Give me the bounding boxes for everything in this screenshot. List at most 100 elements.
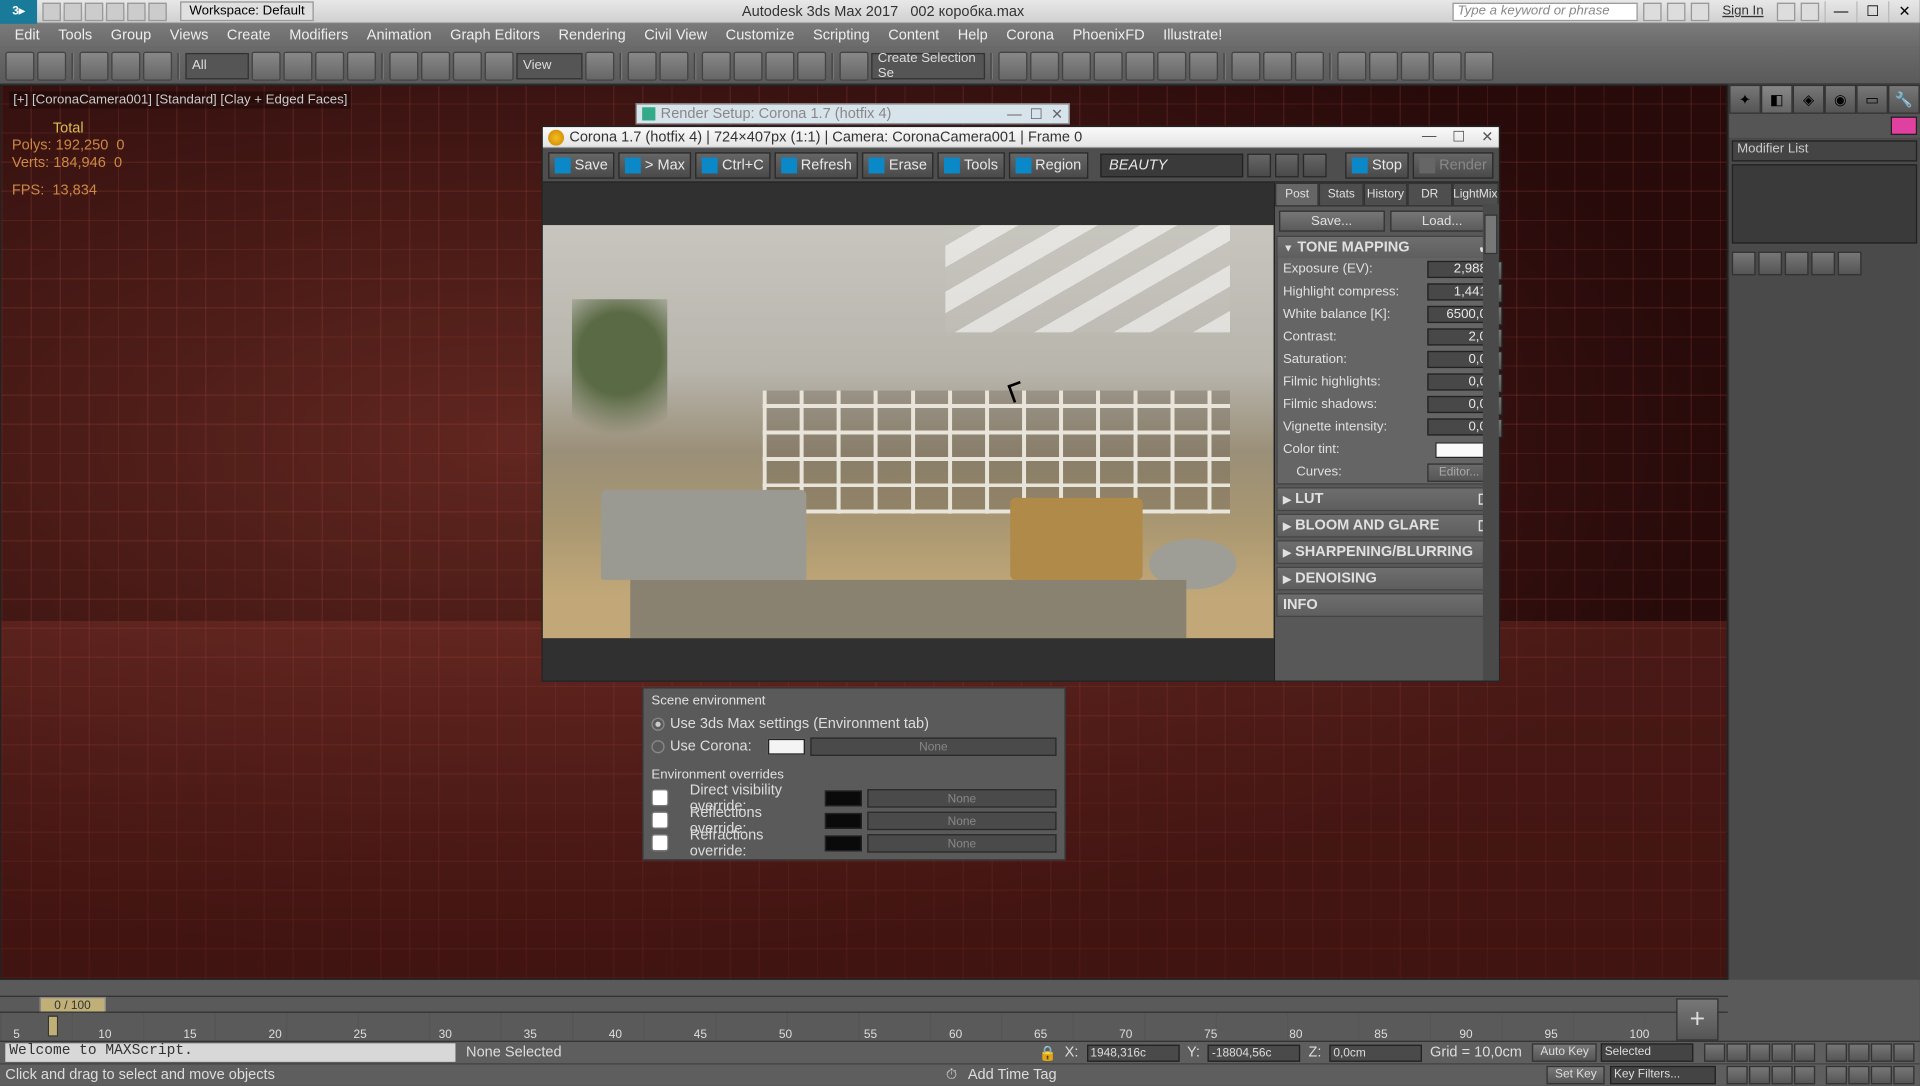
unlink-button[interactable]	[111, 51, 140, 80]
corona-tab-dr[interactable]: DR	[1408, 183, 1452, 207]
selection-filter-dropdown[interactable]: All	[185, 52, 249, 78]
maximize-viewport-button[interactable]: +	[1676, 998, 1718, 1040]
nav-pan-button[interactable]	[1826, 1043, 1847, 1062]
corona-post-save-button[interactable]: Save...	[1279, 211, 1384, 232]
reflections-checkbox[interactable]	[651, 812, 668, 829]
align-button[interactable]	[1030, 51, 1059, 80]
filmic-highlights-spinner[interactable]: 0,0	[1427, 373, 1491, 390]
refcoord-dropdown[interactable]: View	[516, 52, 582, 78]
track-bar[interactable]: 5101520253035404550556065707580859095100	[0, 1012, 1728, 1041]
curve-editor-button[interactable]	[1125, 51, 1154, 80]
qat-redo-icon[interactable]	[127, 2, 146, 21]
object-color-swatch[interactable]	[1891, 117, 1917, 136]
corona-copy-button[interactable]: Ctrl+C	[696, 152, 771, 178]
qat-undo-icon[interactable]	[106, 2, 125, 21]
menu-grapheditors[interactable]: Graph Editors	[441, 25, 549, 46]
stack-show-button[interactable]	[1758, 252, 1782, 276]
qat-save-icon[interactable]	[85, 2, 104, 21]
next-frame-button[interactable]	[1772, 1043, 1793, 1062]
viewport-label[interactable]: [+] [CoronaCamera001] [Standard] [Clay +…	[9, 91, 351, 108]
track-bar-key[interactable]	[48, 1016, 59, 1037]
filmic-shadows-spinner[interactable]: 0,0	[1427, 396, 1491, 413]
refractions-checkbox[interactable]	[651, 834, 668, 851]
corona-titlebar[interactable]: Corona 1.7 (hotfix 4) | 724×407px (1:1) …	[543, 127, 1499, 148]
direct-vis-checkbox[interactable]	[651, 789, 668, 806]
autokey-button[interactable]: Auto Key	[1532, 1043, 1596, 1062]
corona-post-load-button[interactable]: Load...	[1390, 211, 1495, 232]
contrast-spinner[interactable]: 2,0	[1427, 328, 1491, 345]
qat-link-icon[interactable]	[148, 2, 167, 21]
close-button[interactable]: ✕	[1888, 1, 1920, 22]
timeconfig-button[interactable]	[1726, 1066, 1747, 1085]
vignette-spinner[interactable]: 0,0	[1427, 418, 1491, 435]
user-icon[interactable]	[1691, 2, 1710, 21]
section-lut-header[interactable]: ▶LUT☐	[1278, 489, 1496, 510]
highlight-spinner[interactable]: 1,441	[1427, 283, 1491, 300]
render-setup-button[interactable]	[1231, 51, 1260, 80]
corona-close-button[interactable]: ✕	[1481, 128, 1493, 145]
prev-frame-button[interactable]	[1726, 1043, 1747, 1062]
stack-config-button[interactable]	[1838, 252, 1862, 276]
nav-maxviewport-button[interactable]	[1794, 1066, 1815, 1085]
corona-render-view[interactable]	[543, 183, 1274, 681]
panel-utilities-tab[interactable]: 🔧	[1888, 85, 1920, 114]
section-bloom-header[interactable]: ▶BLOOM AND GLARE☐	[1278, 515, 1496, 536]
menu-illustrate[interactable]: Illustrate!	[1154, 25, 1232, 46]
menu-animation[interactable]: Animation	[358, 25, 441, 46]
nav-zoom2-button[interactable]	[1826, 1066, 1847, 1085]
use-corona-radio[interactable]	[651, 739, 664, 752]
time-slider-handle[interactable]: 0 / 100	[40, 996, 106, 1012]
panel-motion-tab[interactable]: ◉	[1824, 85, 1856, 114]
keyboard-button[interactable]	[659, 51, 688, 80]
select-window-button[interactable]	[347, 51, 376, 80]
named-selection-dropdown[interactable]: Create Selection Se	[871, 52, 985, 78]
nav-zoomall-button[interactable]	[1871, 1043, 1892, 1062]
nav-min-button[interactable]	[1893, 1066, 1914, 1085]
corona-env-color[interactable]	[768, 738, 805, 754]
qat-new-icon[interactable]	[42, 2, 61, 21]
nav-fov-button[interactable]	[1893, 1043, 1914, 1062]
curves-editor-button[interactable]: Editor...	[1427, 463, 1491, 482]
spinner-snap-button[interactable]	[797, 51, 826, 80]
corona-zoom-region-button[interactable]	[1303, 153, 1327, 177]
render-frame-button[interactable]	[1263, 51, 1292, 80]
y-coord-field[interactable]: -18804,56c	[1208, 1044, 1301, 1061]
lock-icon[interactable]: 🔒	[1039, 1044, 1057, 1061]
timetag-icon[interactable]: ⏱	[946, 1066, 957, 1083]
section-info-header[interactable]: INFO	[1278, 594, 1496, 615]
editnamed-button[interactable]	[839, 51, 868, 80]
select-manip-button[interactable]	[628, 51, 657, 80]
use-max-radio[interactable]	[651, 717, 664, 730]
nav-zoom-button[interactable]	[1848, 1043, 1869, 1062]
stack-pin-button[interactable]	[1732, 252, 1756, 276]
section-denoising-header[interactable]: ▶DENOISING	[1278, 568, 1496, 589]
reflections-map[interactable]: None	[867, 811, 1056, 830]
panel-display-tab[interactable]: ▭	[1856, 85, 1888, 114]
nav-orbit-button[interactable]	[1749, 1066, 1770, 1085]
extra3-button[interactable]	[1401, 51, 1430, 80]
render-button[interactable]	[1295, 51, 1324, 80]
menu-group[interactable]: Group	[101, 25, 160, 46]
corona-tab-post[interactable]: Post	[1275, 183, 1319, 207]
extra4-button[interactable]	[1433, 51, 1462, 80]
panel-hierarchy-tab[interactable]: ◈	[1793, 85, 1825, 114]
extra5-button[interactable]	[1464, 51, 1493, 80]
help-search-input[interactable]: Type a keyword or phrase	[1452, 2, 1637, 21]
corona-erase-button[interactable]: Erase	[862, 152, 933, 178]
saturation-spinner[interactable]: 0,0	[1427, 351, 1491, 368]
infocenter-icon[interactable]	[1643, 2, 1662, 21]
menu-rendering[interactable]: Rendering	[549, 25, 635, 46]
panel-create-tab[interactable]: ✦	[1729, 85, 1761, 114]
corona-stop-button[interactable]: Stop	[1346, 152, 1409, 178]
nav-walk-button[interactable]	[1772, 1066, 1793, 1085]
keyfilters-button[interactable]: Key Filters...	[1610, 1066, 1716, 1085]
corona-region-button[interactable]: Region	[1009, 152, 1088, 178]
nav-zoomregion-button[interactable]	[1848, 1066, 1869, 1085]
corona-zoom-fit-button[interactable]	[1248, 153, 1272, 177]
ribbon-button[interactable]	[1094, 51, 1123, 80]
menu-edit[interactable]: Edit	[5, 25, 49, 46]
layers-button[interactable]	[1062, 51, 1091, 80]
direct-vis-color[interactable]	[825, 790, 862, 806]
percent-snap-button[interactable]	[765, 51, 794, 80]
undo-button[interactable]	[5, 51, 34, 80]
